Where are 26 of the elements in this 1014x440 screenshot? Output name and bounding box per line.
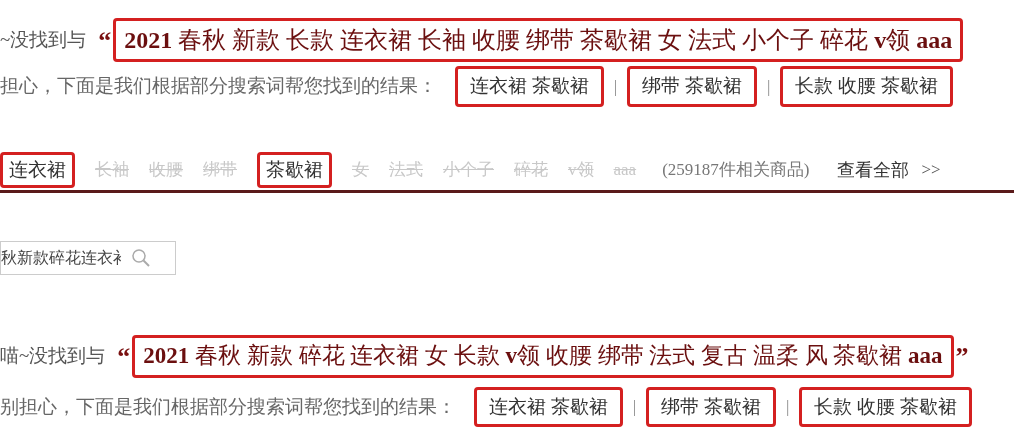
separator: | [632, 396, 637, 418]
search-field[interactable]: 秋新款碎花连衣衤 [0, 240, 176, 275]
suggestion-link[interactable]: 连衣裙 茶歇裙 [455, 66, 604, 107]
suggestion-link[interactable]: 长款 收腰 茶歇裙 [780, 66, 953, 107]
view-all-link[interactable]: 查看全部 [837, 156, 910, 184]
notice-text: 喵~没找到与 [0, 344, 106, 369]
suggestion-link[interactable]: 长款 收腰 茶歇裙 [799, 386, 972, 427]
search-term[interactable]: 茶歇裙 [257, 151, 332, 189]
chevron-text: >> [921, 159, 941, 182]
quote-mark: “ [98, 24, 112, 57]
separator: | [766, 75, 771, 98]
suggestion-link[interactable]: 绑带 茶歇裙 [646, 386, 776, 427]
quote-mark: ” [955, 341, 969, 373]
hint-text: 担心，下面是我们根据部分搜索词帮您找到的结果： [0, 74, 437, 98]
separator: | [785, 396, 790, 418]
result-count: (259187件相关商品) [662, 159, 810, 182]
query-text: 2021 春秋 新款 长款 连衣裙 长袖 收腰 绑带 茶歇裙 女 法式 小个子 碎花 v领 aaa [113, 18, 964, 62]
quote-mark: “ [117, 341, 131, 373]
suggestion-link[interactable]: 绑带 茶歇裙 [627, 66, 757, 107]
search-icon[interactable] [131, 247, 151, 268]
query-text: 2021 春秋 新款 碎花 连衣裙 女 长款 v领 收腰 绑带 法式 复古 温柔 风 茶歇裙 aaa [132, 335, 954, 378]
suggestion-link[interactable]: 连衣裙 茶歇裙 [474, 386, 623, 427]
notice-text: ~没找到与 [0, 27, 87, 52]
separator: | [613, 75, 618, 98]
search-term[interactable]: 连衣裙 [0, 151, 75, 189]
hint-text: 别担心，下面是我们根据部分搜索词帮您找到的结果： [0, 394, 456, 419]
